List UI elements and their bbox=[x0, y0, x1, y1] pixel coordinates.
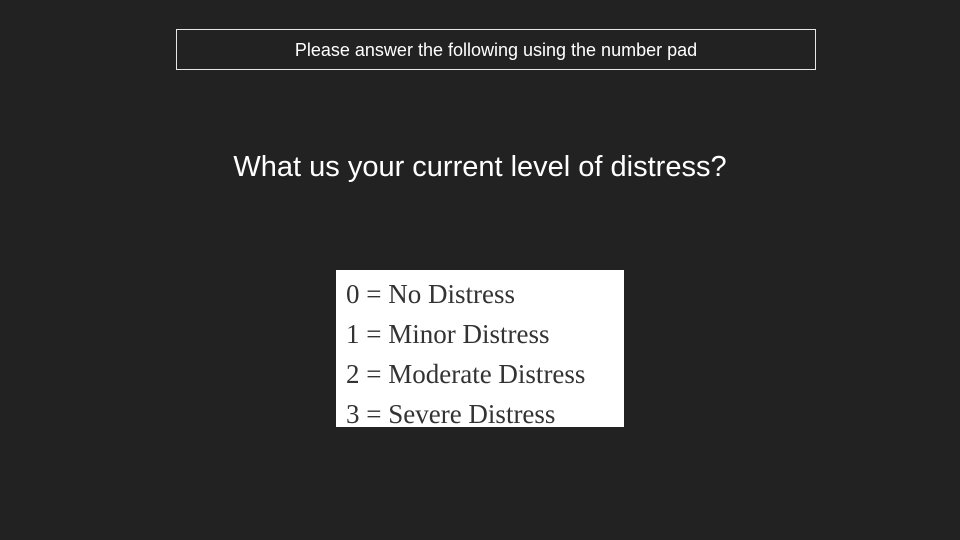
distress-scale-panel: 0 = No Distress 1 = Minor Distress 2 = M… bbox=[336, 270, 624, 429]
instruction-text: Please answer the following using the nu… bbox=[294, 39, 698, 60]
instruction-box: Please answer the following using the nu… bbox=[176, 29, 816, 70]
scale-item-1: 1 = Minor Distress bbox=[346, 319, 550, 349]
scale-item-2: 2 = Moderate Distress bbox=[346, 359, 586, 389]
scale-item-3: 3 = Severe Distress bbox=[346, 399, 556, 429]
question-text: What us your current level of distress? bbox=[233, 151, 727, 183]
scale-item-0: 0 = No Distress bbox=[346, 279, 515, 309]
